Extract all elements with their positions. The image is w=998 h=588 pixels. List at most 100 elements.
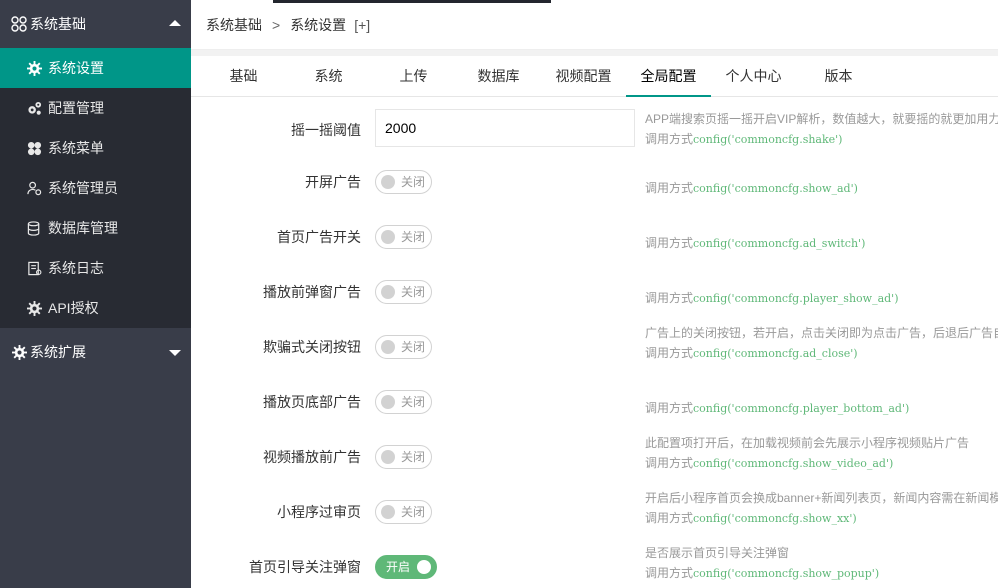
toggle-switch[interactable]: 关闭 [375, 445, 432, 469]
tab-basic[interactable]: 基础 [201, 56, 286, 96]
help-call: 调用方式config('commoncfg.shake') [645, 129, 998, 150]
call-prefix: 调用方式 [645, 181, 694, 195]
add-tab-button[interactable]: [+] [354, 17, 370, 33]
call-code: config('commoncfg.player_show_ad') [693, 292, 899, 305]
tab-video-config[interactable]: 视频配置 [541, 56, 626, 96]
switch-state-label: 关闭 [401, 285, 426, 299]
help-call: 调用方式config('commoncfg.player_bottom_ad') [645, 398, 998, 419]
sidebar-item-label: 系统菜单 [48, 140, 104, 156]
toggle-switch[interactable]: 关闭 [375, 500, 432, 524]
field-label: 小程序过审页 [277, 504, 361, 520]
call-code: config('commoncfg.player_bottom_ad') [693, 402, 910, 415]
sidebar-item-config-manage[interactable]: 配置管理 [0, 88, 191, 128]
help-call: 调用方式config('commoncfg.show_xx') [645, 508, 998, 529]
sidebar-group-system-basic[interactable]: 系统基础 [0, 0, 191, 48]
toggle-switch[interactable]: 关闭 [375, 335, 432, 359]
help-description: 广告上的关闭按钮，若开启，点击关闭即为点击广告，后退后广告自动关闭 [645, 326, 998, 340]
help-description [645, 268, 998, 288]
main-panel: 系统基础 > 系统设置 [+] 基础 系统 上传 数据库 视频配置 全局配置 个… [191, 0, 998, 588]
gear-icon [26, 300, 42, 316]
switch-knob [381, 395, 395, 409]
chevron-up-icon [169, 20, 181, 26]
breadcrumb-item[interactable]: 系统设置 [290, 15, 346, 35]
help-text: 开启后小程序首页会换成banner+新闻列表页，新闻内容需在新闻模块添加调用方式… [645, 488, 998, 529]
sidebar-group-label: 系统扩展 [30, 344, 86, 360]
help-description: 此配置项打开后，在加载视频前会先展示小程序视频贴片广告 [645, 436, 970, 450]
switch-knob [381, 340, 395, 354]
sidebar-item-label: 系统日志 [48, 260, 104, 276]
help-call: 调用方式config('commoncfg.player_show_ad') [645, 288, 998, 309]
call-prefix: 调用方式 [645, 511, 694, 525]
help-text: 此配置项打开后，在加载视频前会先展示小程序视频贴片广告 调用方式config('c… [645, 433, 998, 474]
gear-icon [26, 60, 42, 76]
tab-personal-center[interactable]: 个人中心 [711, 56, 796, 96]
form-row-switch: 欺骗式关闭按钮 关闭 广告上的关闭按钮，若开启，点击关闭即为点击广告，后退后广告自动… [191, 317, 998, 372]
tab-upload[interactable]: 上传 [371, 56, 456, 96]
breadcrumb-separator: > [272, 16, 281, 33]
sidebar-item-label: 系统设置 [48, 60, 104, 76]
user-gear-icon [26, 180, 42, 196]
switch-knob [381, 230, 395, 244]
help-text: 调用方式config('commoncfg.ad_switch') [645, 213, 998, 254]
call-prefix: 调用方式 [645, 401, 694, 415]
form-row-switch: 首页引导关注弹窗 开启 是否展示首页引导关注弹窗调用方式config('common… [191, 537, 998, 588]
help-text: 调用方式config('commoncfg.player_bottom_ad') [645, 378, 998, 419]
app-window: 系统基础 系统设置 配置管理 系统菜单 系统管理员 数据库管理 系统日志 API… [0, 0, 998, 588]
tab-global-config[interactable]: 全局配置 [626, 56, 711, 97]
help-description [645, 158, 998, 178]
field-label: 欺骗式关闭按钮 [263, 339, 361, 355]
help-call: 调用方式config('commoncfg.show_popup') [645, 563, 998, 584]
sidebar-submenu: 系统设置 配置管理 系统菜单 系统管理员 数据库管理 系统日志 API授权 [0, 48, 191, 328]
shake-threshold-input[interactable] [375, 109, 635, 147]
field-label: 播放页底部广告 [263, 394, 361, 410]
gear-icon [10, 343, 28, 361]
sidebar-item-api-auth[interactable]: API授权 [0, 288, 191, 328]
database-icon [26, 220, 42, 236]
call-code: config('commoncfg.ad_close') [693, 347, 858, 360]
switch-state-label: 关闭 [401, 340, 426, 354]
sidebar-item-system-settings[interactable]: 系统设置 [0, 48, 191, 88]
form-row-switch: 小程序过审页 关闭 开启后小程序首页会换成banner+新闻列表页，新闻内容需在新闻… [191, 482, 998, 537]
tab-version[interactable]: 版本 [796, 56, 881, 96]
sidebar-item-database[interactable]: 数据库管理 [0, 208, 191, 248]
toggle-switch[interactable]: 关闭 [375, 280, 432, 304]
switch-state-label: 关闭 [401, 230, 426, 244]
sidebar-item-label: API授权 [48, 300, 99, 316]
form-row-shake: 摇一摇阈值 APP端搜索页摇一摇开启VIP解析，数值越大，就要摇的就更加用力 调… [191, 97, 998, 152]
toggle-switch[interactable]: 关闭 [375, 170, 432, 194]
sidebar-item-label: 数据库管理 [48, 220, 118, 236]
call-code: config('commoncfg.show_xx') [693, 512, 857, 525]
clover-icon [26, 140, 42, 156]
help-description [645, 213, 998, 233]
toggle-switch[interactable]: 关闭 [375, 390, 432, 414]
tab-database[interactable]: 数据库 [456, 56, 541, 96]
switch-knob [381, 505, 395, 519]
toggle-switch[interactable]: 关闭 [375, 225, 432, 249]
toggle-switch[interactable]: 开启 [375, 555, 437, 579]
help-description: APP端搜索页摇一摇开启VIP解析，数值越大，就要摇的就更加用力 [645, 112, 998, 126]
call-code: config('commoncfg.ad_switch') [693, 237, 866, 250]
tab-system[interactable]: 系统 [286, 56, 371, 96]
help-text: 调用方式config('commoncfg.player_show_ad') [645, 268, 998, 309]
help-text: 调用方式config('commoncfg.show_ad') [645, 158, 998, 199]
breadcrumb-item[interactable]: 系统基础 [206, 15, 262, 35]
help-text: 广告上的关闭按钮，若开启，点击关闭即为点击广告，后退后广告自动关闭调用方式con… [645, 323, 998, 364]
call-code: config('commoncfg.shake') [693, 133, 843, 146]
sidebar-group-label: 系统基础 [30, 16, 86, 32]
field-label: 首页引导关注弹窗 [249, 559, 361, 575]
chevron-down-icon [169, 350, 181, 356]
field-label: 摇一摇阈值 [291, 122, 361, 138]
form-row-switch: 视频播放前广告 关闭 此配置项打开后，在加载视频前会先展示小程序视频贴片广告 调用方式… [191, 427, 998, 482]
sidebar-item-admins[interactable]: 系统管理员 [0, 168, 191, 208]
help-description: 是否展示首页引导关注弹窗 [645, 546, 790, 560]
sidebar-item-system-log[interactable]: 系统日志 [0, 248, 191, 288]
call-prefix: 调用方式 [645, 346, 694, 360]
form-row-switch: 首页广告开关 关闭 调用方式config('commoncfg.ad_switch'… [191, 207, 998, 262]
log-icon [26, 260, 42, 276]
sidebar-item-system-menu[interactable]: 系统菜单 [0, 128, 191, 168]
switch-state-label: 关闭 [401, 450, 426, 464]
tab-bar: 基础 系统 上传 数据库 视频配置 全局配置 个人中心 版本 [191, 56, 998, 97]
sidebar-group-system-extension[interactable]: 系统扩展 [0, 328, 191, 376]
call-code: config('commoncfg.show_ad') [693, 182, 858, 195]
help-call: 调用方式config('commoncfg.ad_close') [645, 343, 998, 364]
